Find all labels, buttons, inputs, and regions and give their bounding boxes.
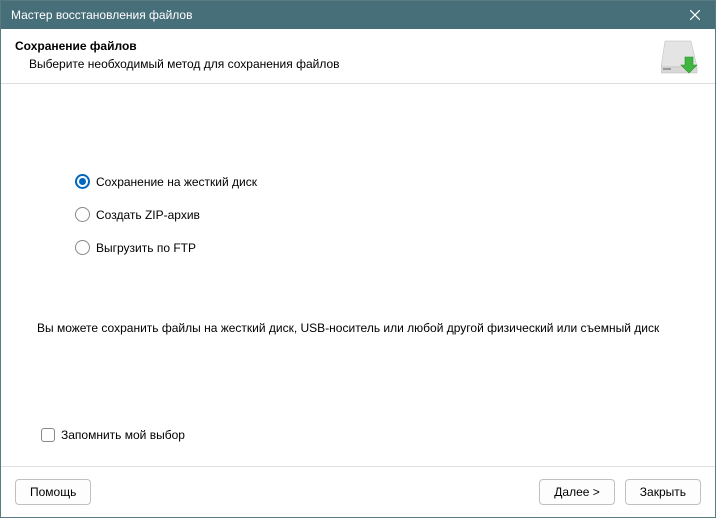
close-icon[interactable] [675, 1, 715, 29]
radio-save-hdd[interactable]: Сохранение на жесткий диск [75, 174, 685, 189]
radio-create-zip[interactable]: Создать ZIP-архив [75, 207, 685, 222]
method-description: Вы можете сохранить файлы на жесткий дис… [37, 321, 685, 335]
wizard-window: Мастер восстановления файлов Сохранение … [0, 0, 716, 518]
page-title: Сохранение файлов [15, 39, 661, 53]
wizard-footer: Помощь Далее > Закрыть [1, 466, 715, 517]
checkbox-icon [41, 428, 55, 442]
next-button[interactable]: Далее > [539, 479, 615, 505]
radio-icon [75, 240, 90, 255]
radio-icon [75, 174, 90, 189]
radio-label: Сохранение на жесткий диск [96, 175, 257, 189]
wizard-content: Сохранение на жесткий диск Создать ZIP-а… [1, 84, 715, 466]
header-text: Сохранение файлов Выберите необходимый м… [15, 39, 661, 71]
window-title: Мастер восстановления файлов [11, 8, 675, 22]
help-button[interactable]: Помощь [15, 479, 91, 505]
checkbox-label: Запомнить мой выбор [61, 428, 185, 442]
remember-choice-checkbox[interactable]: Запомнить мой выбор [41, 428, 685, 442]
radio-upload-ftp[interactable]: Выгрузить по FTP [75, 240, 685, 255]
titlebar: Мастер восстановления файлов [1, 1, 715, 29]
radio-label: Выгрузить по FTP [96, 241, 196, 255]
hard-drive-save-icon [661, 39, 701, 75]
close-button[interactable]: Закрыть [625, 479, 701, 505]
save-method-radio-group: Сохранение на жесткий диск Создать ZIP-а… [75, 174, 685, 273]
radio-icon [75, 207, 90, 222]
wizard-header: Сохранение файлов Выберите необходимый м… [1, 29, 715, 84]
page-subtitle: Выберите необходимый метод для сохранени… [29, 57, 661, 71]
radio-label: Создать ZIP-архив [96, 208, 200, 222]
